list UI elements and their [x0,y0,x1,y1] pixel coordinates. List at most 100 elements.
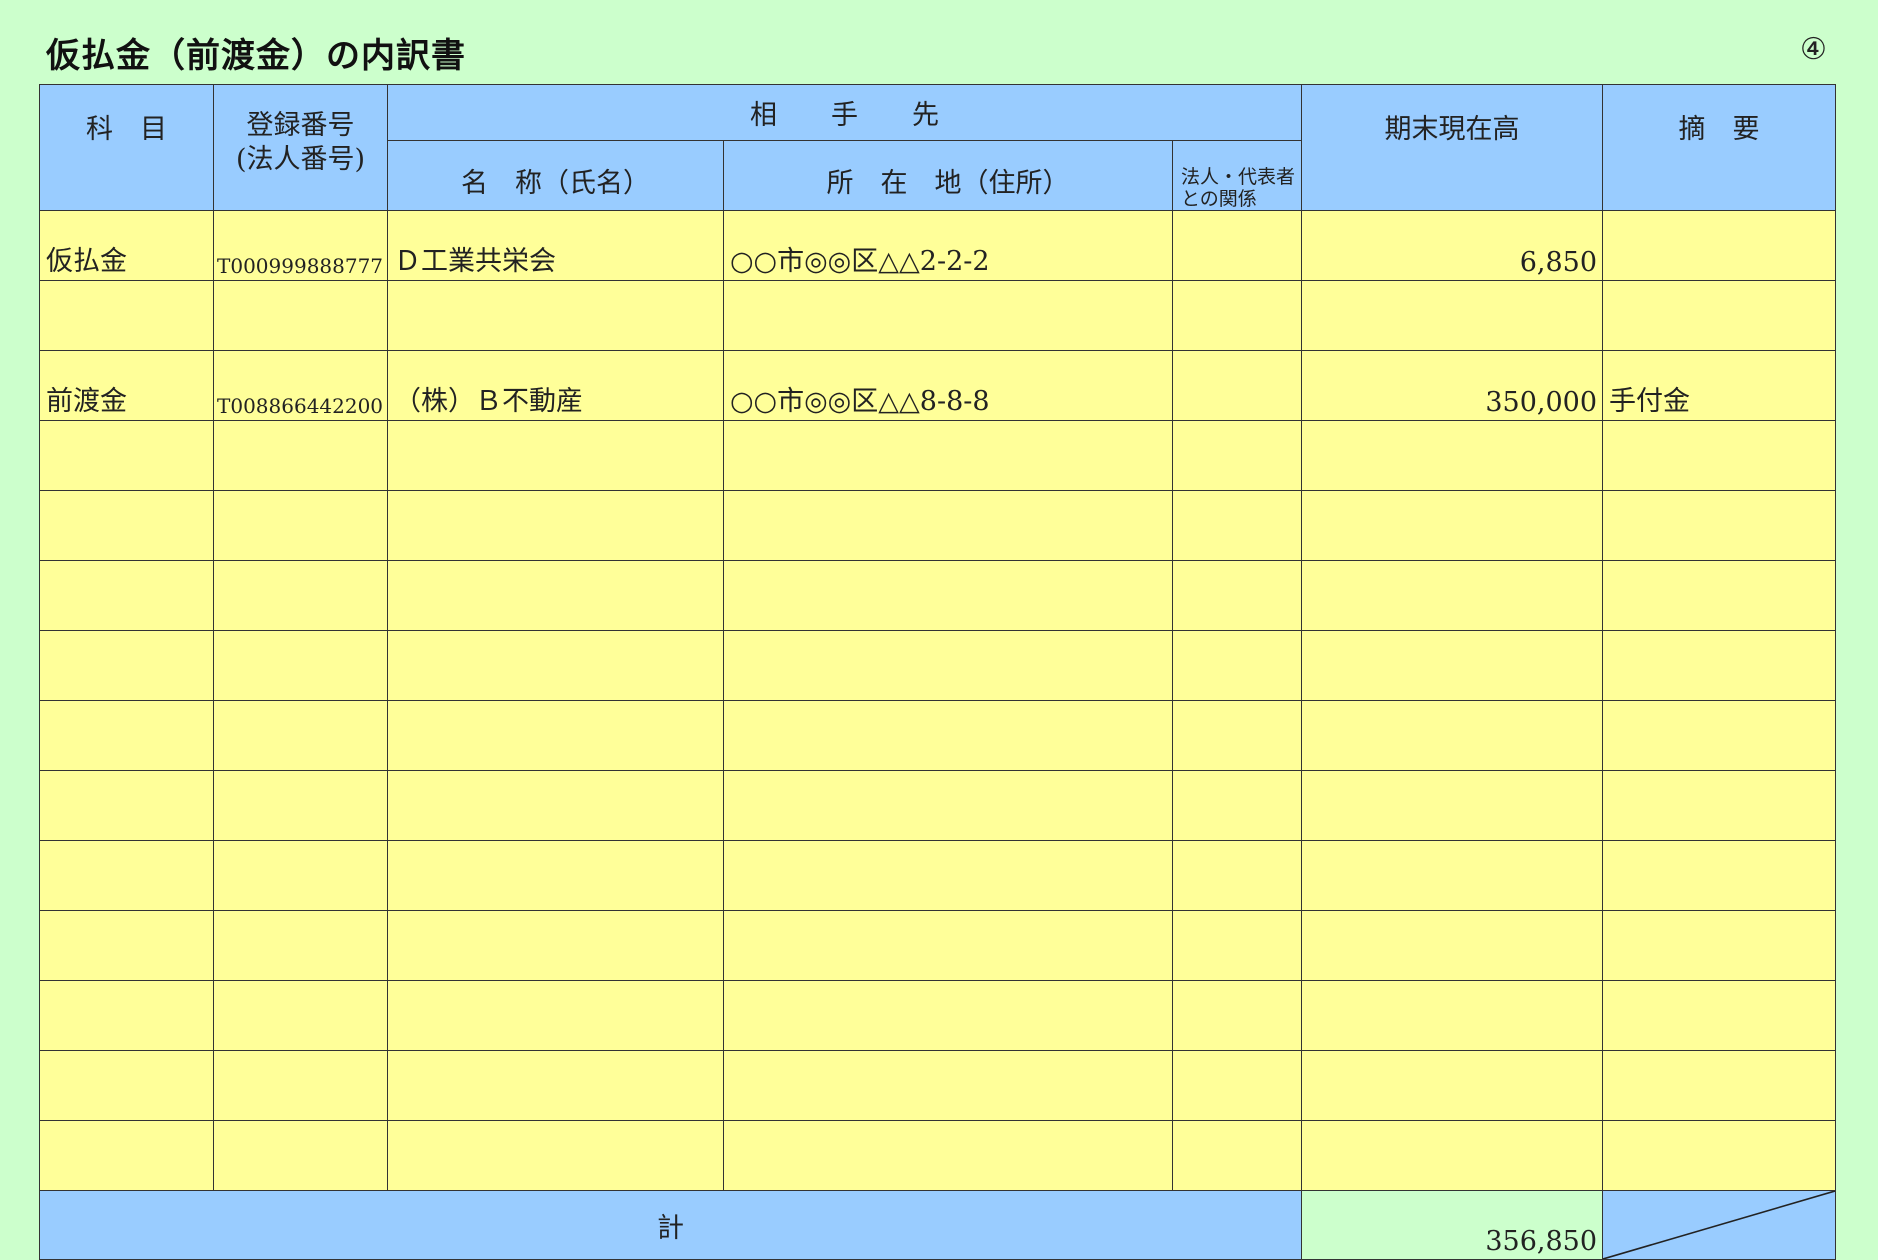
cell-kamoku[interactable] [39,700,214,771]
cell-relation[interactable] [1171,980,1303,1051]
cell-memo[interactable] [1602,1120,1837,1191]
cell-relation[interactable] [1171,420,1303,491]
cell-memo[interactable] [1602,700,1837,771]
cell-address[interactable]: ○○市◎◎区△△2-2-2 [723,210,1173,281]
cell-name[interactable] [387,420,724,491]
cell-kamoku[interactable] [39,420,214,491]
total-label: 計 [38,1190,1303,1260]
cell-kamoku[interactable]: 前渡金 [39,350,214,421]
cell-kamoku[interactable] [39,630,214,701]
cell-relation[interactable] [1171,490,1303,561]
cell-kamoku[interactable] [39,840,214,911]
cell-registration[interactable] [213,770,388,841]
cell-registration[interactable] [213,420,388,491]
cell-balance[interactable] [1301,420,1604,491]
cell-relation[interactable] [1171,1050,1303,1121]
cell-address[interactable] [723,700,1173,771]
cell-address[interactable] [723,280,1173,351]
cell-balance[interactable] [1301,700,1604,771]
cell-name[interactable] [387,840,724,911]
cell-memo[interactable] [1602,1050,1837,1121]
cell-name[interactable] [387,630,724,701]
cell-relation[interactable] [1171,350,1303,421]
cell-balance[interactable]: 6,850 [1301,210,1604,281]
cell-memo[interactable] [1602,980,1837,1051]
cell-name[interactable]: Ｄ工業共栄会 [387,210,724,281]
cell-relation[interactable] [1171,630,1303,701]
cell-kamoku[interactable] [39,1050,214,1121]
cell-address[interactable] [723,1120,1173,1191]
cell-relation[interactable] [1171,700,1303,771]
cell-memo[interactable] [1602,630,1837,701]
cell-balance[interactable] [1301,840,1604,911]
cell-memo[interactable] [1602,420,1837,491]
cell-kamoku[interactable] [39,980,214,1051]
cell-name[interactable] [387,1050,724,1121]
cell-relation[interactable] [1171,840,1303,911]
cell-balance[interactable] [1301,980,1604,1051]
cell-kamoku[interactable]: 仮払金 [39,210,214,281]
cell-balance[interactable] [1301,280,1604,351]
cell-balance[interactable] [1301,630,1604,701]
cell-name[interactable]: （株）Ｂ不動産 [387,350,724,421]
cell-name[interactable] [387,770,724,841]
cell-address[interactable] [723,490,1173,561]
cell-registration[interactable] [213,980,388,1051]
cell-address[interactable] [723,910,1173,981]
cell-address[interactable]: ○○市◎◎区△△8-8-8 [723,350,1173,421]
cell-kamoku[interactable] [39,280,214,351]
cell-relation[interactable] [1171,280,1303,351]
cell-name[interactable] [387,490,724,561]
cell-relation[interactable] [1171,910,1303,981]
cell-address[interactable] [723,840,1173,911]
cell-address[interactable] [723,420,1173,491]
cell-balance[interactable] [1301,1120,1604,1191]
cell-memo[interactable] [1602,210,1837,281]
cell-registration[interactable] [213,1050,388,1121]
cell-memo[interactable] [1602,280,1837,351]
cell-balance[interactable]: 350,000 [1301,350,1604,421]
table-row [39,420,1837,491]
cell-address[interactable] [723,630,1173,701]
cell-kamoku[interactable] [39,560,214,631]
cell-kamoku[interactable] [39,770,214,841]
cell-registration[interactable]: T008866442200 [213,350,388,421]
cell-kamoku[interactable] [39,910,214,981]
cell-balance[interactable] [1301,1050,1604,1121]
cell-balance[interactable] [1301,490,1604,561]
cell-name[interactable] [387,280,724,351]
cell-address[interactable] [723,770,1173,841]
cell-name[interactable] [387,560,724,631]
cell-relation[interactable] [1171,770,1303,841]
cell-memo[interactable]: 手付金 [1602,350,1837,421]
cell-registration[interactable] [213,630,388,701]
cell-name[interactable] [387,1120,724,1191]
cell-registration[interactable] [213,280,388,351]
cell-kamoku[interactable] [39,490,214,561]
cell-memo[interactable] [1602,840,1837,911]
cell-name[interactable] [387,910,724,981]
cell-registration[interactable] [213,910,388,981]
cell-kamoku[interactable] [39,1120,214,1191]
cell-address[interactable] [723,1050,1173,1121]
cell-registration[interactable] [213,700,388,771]
cell-memo[interactable] [1602,490,1837,561]
cell-relation[interactable] [1171,210,1303,281]
cell-memo[interactable] [1602,770,1837,841]
cell-registration[interactable] [213,1120,388,1191]
cell-relation[interactable] [1171,1120,1303,1191]
cell-address[interactable] [723,560,1173,631]
cell-memo[interactable] [1602,560,1837,631]
cell-address[interactable] [723,980,1173,1051]
cell-memo[interactable] [1602,910,1837,981]
cell-name[interactable] [387,980,724,1051]
cell-balance[interactable] [1301,560,1604,631]
cell-relation[interactable] [1171,560,1303,631]
cell-registration[interactable] [213,840,388,911]
cell-name[interactable] [387,700,724,771]
cell-balance[interactable] [1301,910,1604,981]
cell-registration[interactable] [213,560,388,631]
cell-balance[interactable] [1301,770,1604,841]
cell-registration[interactable] [213,490,388,561]
cell-registration[interactable]: T000999888777 [213,210,388,281]
